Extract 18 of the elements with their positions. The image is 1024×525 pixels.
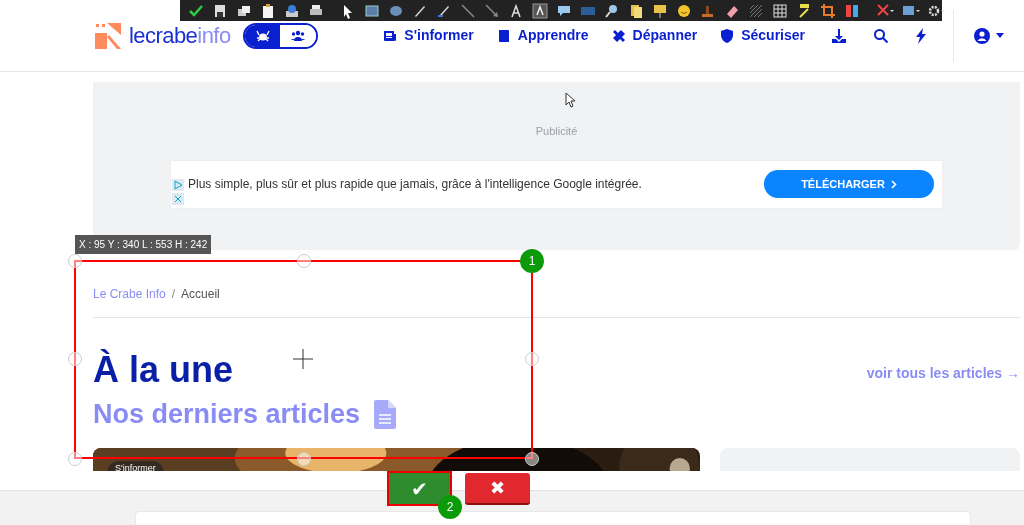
nav-link[interactable]: S'informer [382, 25, 474, 46]
cancel-button[interactable]: ✖ [465, 473, 530, 505]
category-tag: S'informer [107, 460, 164, 471]
ad-banner[interactable]: Plus simple, plus sûr et plus rapide que jamais, grâce à l'intelligence Google intégrée. TÉLÉCHARGER [170, 159, 943, 209]
breadcrumb-separator: / [171, 286, 176, 303]
nav-link[interactable]: Sécuriser [719, 25, 805, 46]
ad-text: Plus simple, plus sûr et plus rapide que jamais, grâce à l'intelligence Google intégrée. [188, 176, 642, 193]
download-button[interactable]: TÉLÉCHARGER [764, 170, 934, 198]
breadcrumb-current: Accueil [181, 286, 220, 303]
nav-link[interactable]: Dépanner [610, 25, 698, 46]
section-subtitle: Nos derniers articles [93, 398, 361, 431]
featured-article-card[interactable]: S'informer [93, 447, 700, 471]
selection-readout: X : 95 Y : 340 L : 553 H : 242 [75, 235, 212, 254]
site-logo[interactable]: lecrabeinfo [129, 19, 231, 52]
nav-link[interactable]: Apprendre [495, 25, 589, 46]
page-title: À la une [93, 348, 234, 392]
ad-label: Publicité [535, 124, 578, 139]
step-marker: 1 [520, 249, 544, 273]
